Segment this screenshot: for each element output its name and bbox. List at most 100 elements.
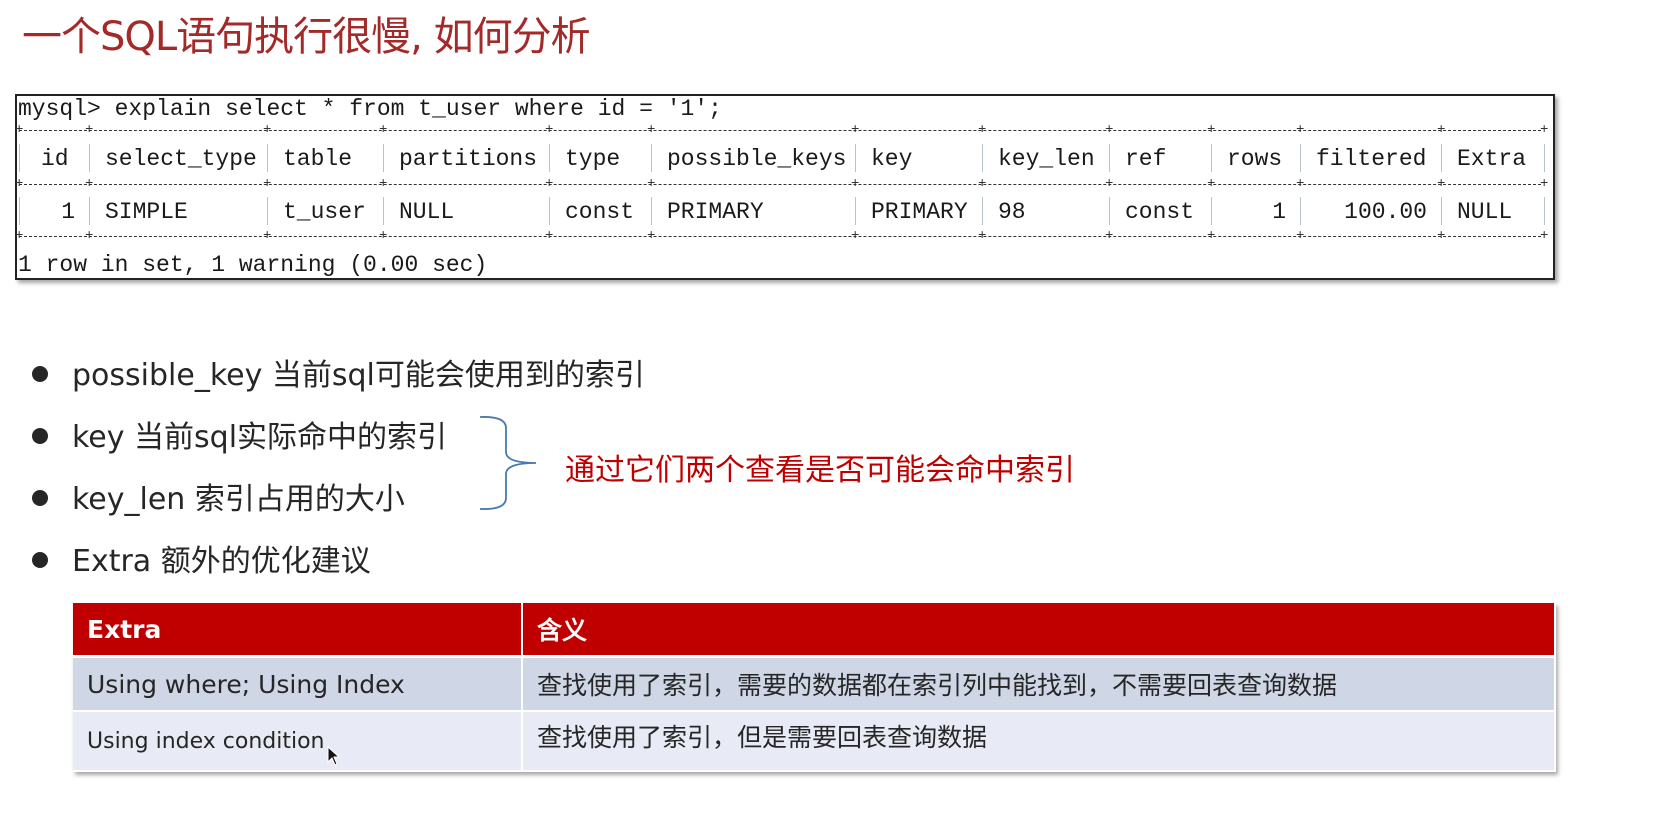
grid-corner: + <box>1296 176 1305 192</box>
column-divider <box>89 197 90 225</box>
grid-corner: + <box>263 176 272 192</box>
bullet-dot-icon <box>32 489 48 506</box>
column-divider <box>982 197 983 225</box>
column-header-meaning: 含义 <box>522 603 1556 658</box>
column-header-partitions: partitions <box>399 146 538 172</box>
explain-header-row: id select_type table partitions type possible… <box>19 144 1549 172</box>
brace-annotation: 通过它们两个查看是否可能会命中索引 <box>565 453 1075 488</box>
grid-corner: + <box>1437 122 1446 138</box>
grid-corner: + <box>851 122 860 138</box>
cell-key: PRIMARY <box>871 199 968 225</box>
grid-corner: + <box>15 176 24 192</box>
table-border-top <box>19 130 1541 131</box>
grid-corner: + <box>379 122 388 138</box>
grid-corner: + <box>1296 228 1305 244</box>
extra-cell: Using index condition <box>73 711 523 772</box>
grid-corner: + <box>1207 228 1216 244</box>
terminal-command: mysql> explain select * from t_user wher… <box>18 96 722 122</box>
column-header-key: key <box>871 146 913 172</box>
grid-corner: + <box>1105 228 1114 244</box>
column-divider <box>1211 144 1212 172</box>
column-divider <box>267 144 268 172</box>
grid-corner: + <box>85 176 94 192</box>
grid-corner: + <box>545 176 554 192</box>
cell-table: t_user <box>283 199 366 225</box>
column-divider <box>1544 197 1545 225</box>
grid-corner: + <box>1296 122 1305 138</box>
column-divider <box>19 144 20 172</box>
grid-corner: + <box>379 176 388 192</box>
column-divider <box>1441 197 1442 225</box>
column-divider <box>982 144 983 172</box>
column-divider <box>855 197 856 225</box>
bullet-text: key_len 索引占用的大小 <box>72 482 405 517</box>
grid-corner: + <box>1207 122 1216 138</box>
grid-corner: + <box>851 228 860 244</box>
grid-corner: + <box>647 122 656 138</box>
column-divider <box>383 197 384 225</box>
grid-corner: + <box>85 122 94 138</box>
bullet-possible-key: possible_key 当前sql可能会使用到的索引 <box>32 350 645 394</box>
cell-filtered: 100.00 <box>1344 199 1427 225</box>
cell-key-len: 98 <box>998 199 1026 225</box>
cell-possible-keys: PRIMARY <box>667 199 764 225</box>
bullet-extra: Extra 额外的优化建议 <box>32 536 371 580</box>
bullet-dot-icon <box>32 427 48 444</box>
grid-corner: + <box>1540 228 1549 244</box>
cell-partitions: NULL <box>399 199 455 225</box>
column-divider <box>19 197 20 225</box>
bullet-key-len: key_len 索引占用的大小 <box>32 474 405 518</box>
column-divider <box>89 144 90 172</box>
slide-title: 一个SQL语句执行很慢, 如何分析 <box>22 14 591 60</box>
grid-corner: + <box>978 228 987 244</box>
grid-corner: + <box>647 176 656 192</box>
column-header-filtered: filtered <box>1316 146 1427 172</box>
table-border-bottom <box>19 236 1541 237</box>
table-row: Using index condition 查找使用了索引，但是需要回表查询数据 <box>73 711 1556 772</box>
grid-corner: + <box>85 228 94 244</box>
table-border-middle <box>19 184 1541 185</box>
column-header-extra: Extra <box>73 603 523 658</box>
grid-corner: + <box>15 228 24 244</box>
bullet-dot-icon <box>32 365 48 382</box>
column-divider <box>1300 197 1301 225</box>
column-header-extra: Extra <box>1457 146 1527 172</box>
mouse-pointer-icon <box>327 746 341 766</box>
column-divider <box>855 144 856 172</box>
mysql-terminal-output: mysql> explain select * from t_user wher… <box>15 94 1555 280</box>
grid-corner: + <box>1437 228 1446 244</box>
grid-corner: + <box>647 228 656 244</box>
cell-type: const <box>565 199 635 225</box>
meaning-cell: 查找使用了索引，需要的数据都在索引列中能找到，不需要回表查询数据 <box>522 656 1556 712</box>
grid-corner: + <box>545 228 554 244</box>
column-divider <box>549 144 550 172</box>
column-header-type: type <box>565 146 621 172</box>
column-header-table: table <box>283 146 353 172</box>
grid-corner: + <box>1437 176 1446 192</box>
grid-corner: + <box>379 228 388 244</box>
grid-corner: + <box>263 228 272 244</box>
explain-data-row: 1 SIMPLE t_user NULL const PRIMARY PRIMARY 98 co… <box>19 197 1549 225</box>
column-divider <box>651 144 652 172</box>
bullet-text: key 当前sql实际命中的索引 <box>72 420 448 455</box>
grid-corner: + <box>978 176 987 192</box>
grid-corner: + <box>1207 176 1216 192</box>
column-divider <box>1544 144 1545 172</box>
column-divider <box>1300 144 1301 172</box>
column-header-id: id <box>41 146 69 172</box>
table-row: Using where; Using Index 查找使用了索引，需要的数据都在… <box>73 656 1556 712</box>
table-header-row: Extra 含义 <box>73 603 1556 658</box>
grid-corner: + <box>545 122 554 138</box>
column-divider <box>383 144 384 172</box>
column-header-ref: ref <box>1125 146 1167 172</box>
cell-extra: NULL <box>1457 199 1513 225</box>
column-divider <box>267 197 268 225</box>
cell-ref: const <box>1125 199 1195 225</box>
grid-corner: + <box>978 122 987 138</box>
extra-cell: Using where; Using Index <box>73 656 523 712</box>
grid-corner: + <box>1105 176 1114 192</box>
column-header-rows: rows <box>1227 146 1283 172</box>
right-curly-brace-icon <box>479 416 537 510</box>
column-divider <box>1441 144 1442 172</box>
meaning-cell: 查找使用了索引，但是需要回表查询数据 <box>522 711 1556 772</box>
